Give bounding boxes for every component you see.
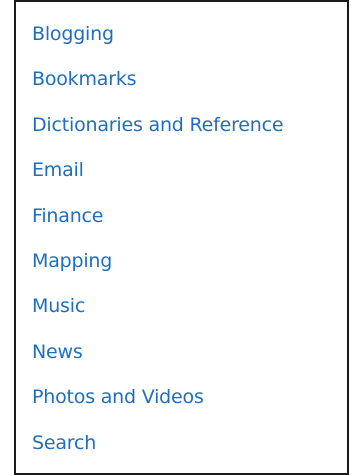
- category-list: Blogging Bookmarks Dictionaries and Refe…: [16, 2, 347, 470]
- category-link-blogging[interactable]: Blogging: [32, 16, 347, 61]
- category-link-music[interactable]: Music: [32, 288, 347, 333]
- category-link-mapping[interactable]: Mapping: [32, 243, 347, 288]
- category-link-news[interactable]: News: [32, 334, 347, 379]
- category-link-search[interactable]: Search: [32, 425, 347, 470]
- category-link-bookmarks[interactable]: Bookmarks: [32, 61, 347, 106]
- category-list-panel: Blogging Bookmarks Dictionaries and Refe…: [14, 0, 349, 475]
- category-link-finance[interactable]: Finance: [32, 198, 347, 243]
- category-link-email[interactable]: Email: [32, 152, 347, 197]
- category-link-dictionaries-and-reference[interactable]: Dictionaries and Reference: [32, 107, 347, 152]
- category-link-photos-and-videos[interactable]: Photos and Videos: [32, 379, 347, 424]
